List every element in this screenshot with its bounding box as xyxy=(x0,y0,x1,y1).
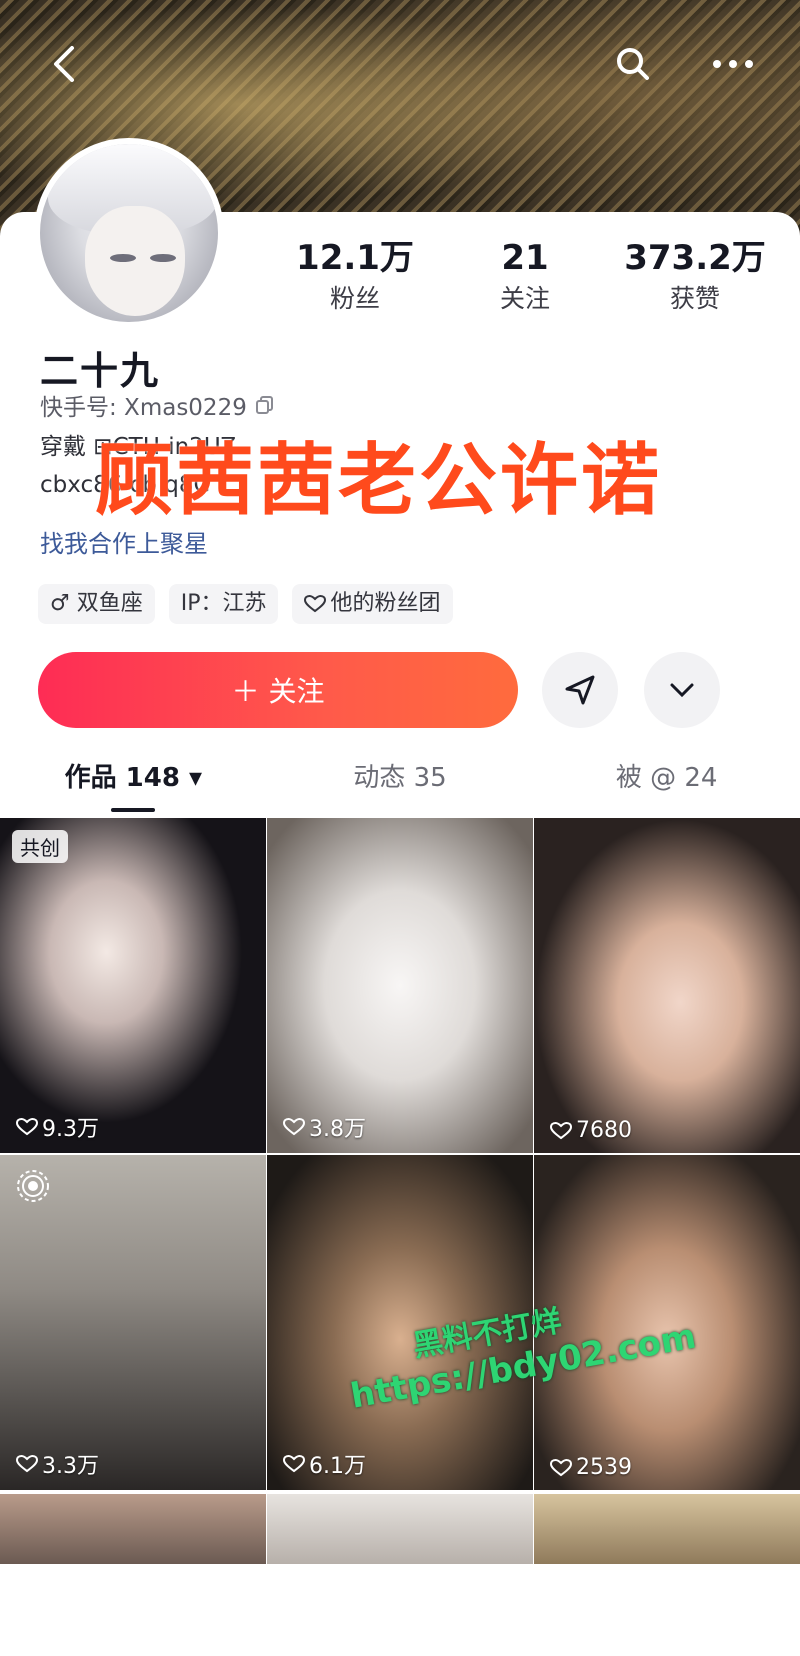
tab-moments[interactable]: 动态 35 xyxy=(267,752,534,812)
stat-label: 粉丝 xyxy=(329,284,380,313)
stat-value: 12.1万 xyxy=(296,238,414,278)
overlay-caption: 顾茜茜老公许诺 xyxy=(95,436,663,526)
like-count-value: 7680 xyxy=(576,1118,632,1143)
tab-label: 动态 35 xyxy=(353,763,447,793)
send-icon xyxy=(565,675,595,705)
like-count: 9.3万 xyxy=(16,1111,99,1143)
tab-label: 作品 148 ▾ xyxy=(64,763,203,793)
video-thumbnail[interactable] xyxy=(0,1494,266,1564)
video-thumbnail[interactable] xyxy=(267,1494,533,1564)
expand-button[interactable] xyxy=(644,652,720,728)
video-thumbnail[interactable]: 3.8万 xyxy=(267,818,533,1153)
stat-fans[interactable]: 12.1万 粉丝 xyxy=(270,236,440,326)
stat-following[interactable]: 21 关注 xyxy=(440,236,610,326)
back-button[interactable] xyxy=(36,36,92,92)
heart-outline-icon xyxy=(16,1455,38,1473)
heart-outline-icon xyxy=(304,595,327,613)
like-count-value: 6.1万 xyxy=(309,1454,366,1479)
like-count-value: 2539 xyxy=(576,1455,632,1480)
more-button[interactable] xyxy=(705,36,761,92)
tag-ip-location: IP：江苏 xyxy=(168,584,279,624)
heart-outline-icon xyxy=(283,1455,305,1473)
tag-zodiac: ♂ 双鱼座 xyxy=(38,584,155,624)
account-id: 快手号: Xmas0229 xyxy=(40,395,247,421)
account-id-row: 快手号: Xmas0229 xyxy=(40,388,275,422)
tab-label: 被 @ 24 xyxy=(615,763,718,793)
stat-label: 关注 xyxy=(499,284,550,313)
chevron-down-icon xyxy=(670,683,694,698)
video-thumbnail[interactable]: 7680 xyxy=(534,818,800,1153)
tab-active-indicator xyxy=(111,808,156,812)
live-indicator-icon xyxy=(17,1170,49,1202)
content-tabs: 作品 148 ▾ 动态 35 被 @ 24 xyxy=(0,752,800,812)
tab-works[interactable]: 作品 148 ▾ xyxy=(0,752,267,812)
heart-outline-icon xyxy=(550,1121,572,1139)
search-icon xyxy=(617,48,649,80)
stat-value: 21 xyxy=(501,238,549,278)
stat-value: 373.2万 xyxy=(624,238,766,278)
tab-mentions[interactable]: 被 @ 24 xyxy=(533,752,800,812)
video-thumbnail[interactable] xyxy=(534,1494,800,1564)
profile-stats: 12.1万 粉丝 21 关注 373.2万 获赞 xyxy=(270,236,780,326)
like-count-value: 9.3万 xyxy=(42,1117,99,1142)
tag-fan-club-label: 他的粉丝团 xyxy=(330,591,441,616)
video-grid-row xyxy=(0,1494,800,1564)
profile-tags: ♂ 双鱼座 IP：江苏 他的粉丝团 xyxy=(38,584,453,624)
heart-outline-icon xyxy=(16,1118,38,1136)
heart-outline-icon xyxy=(550,1458,572,1476)
like-count: 2539 xyxy=(550,1455,632,1480)
more-dots-icon xyxy=(713,60,753,68)
back-arrow-icon xyxy=(54,46,74,82)
like-count: 7680 xyxy=(550,1118,632,1143)
like-count: 3.8万 xyxy=(283,1111,366,1143)
stat-label: 获赞 xyxy=(669,284,720,313)
search-button[interactable] xyxy=(605,36,661,92)
nickname: 二十九 xyxy=(40,349,161,393)
like-count: 3.3万 xyxy=(16,1448,99,1480)
copy-icon[interactable] xyxy=(255,395,275,415)
collab-badge: 共创 xyxy=(12,830,68,863)
tag-fan-club[interactable]: 他的粉丝团 xyxy=(292,584,453,624)
like-count: 6.1万 xyxy=(283,1448,366,1480)
avatar[interactable] xyxy=(34,138,224,328)
video-thumbnail[interactable]: 3.3万 xyxy=(0,1155,266,1490)
message-button[interactable] xyxy=(542,652,618,728)
follow-button[interactable]: ＋ 关注 xyxy=(38,652,518,728)
like-count-value: 3.8万 xyxy=(309,1117,366,1142)
like-count-value: 3.3万 xyxy=(42,1454,99,1479)
stat-likes[interactable]: 373.2万 获赞 xyxy=(610,236,780,326)
heart-outline-icon xyxy=(283,1118,305,1136)
video-thumbnail[interactable]: 共创 9.3万 xyxy=(0,818,266,1153)
